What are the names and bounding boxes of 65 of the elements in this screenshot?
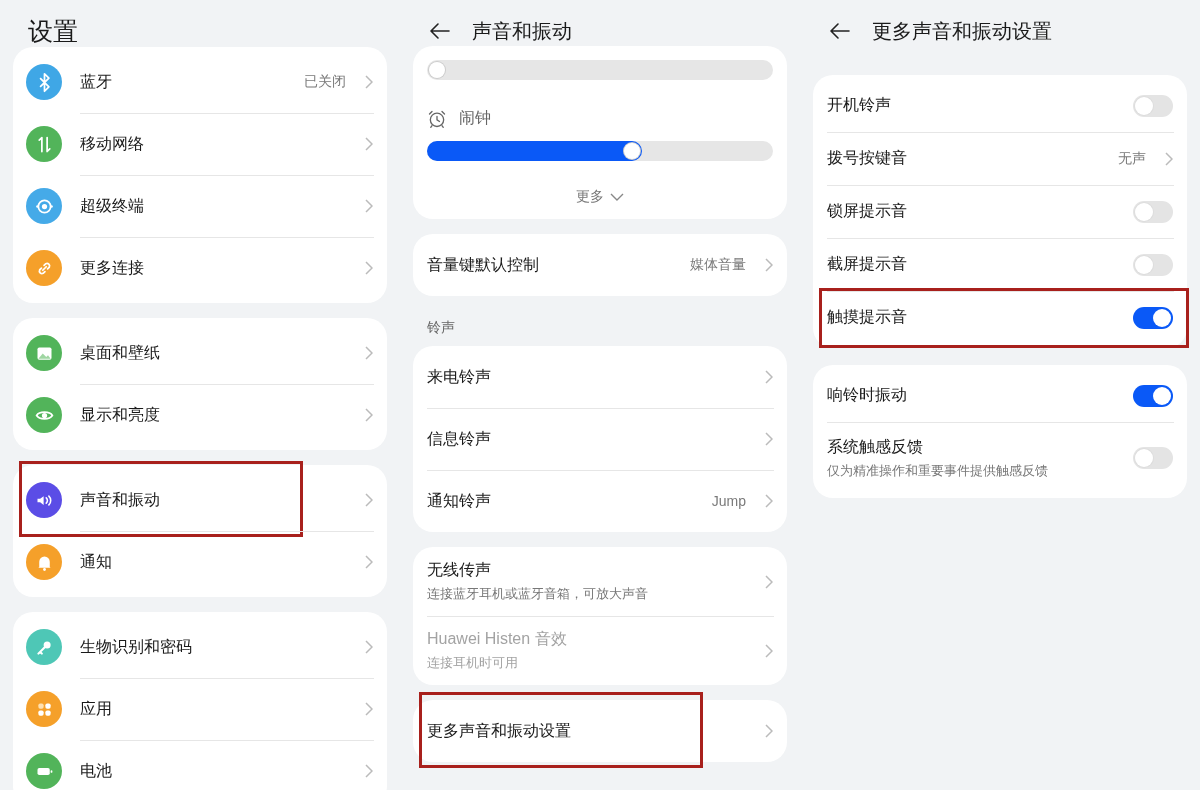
row-description: 仅为精准操作和重要事件提供触感反馈: [827, 461, 1049, 480]
chevron-icon: [364, 493, 373, 507]
row-label[interactable]: 无线传声: [427, 560, 746, 581]
row-label[interactable]: 移动网络: [80, 133, 346, 155]
chevron-icon: [764, 724, 773, 738]
alarm-clock-icon: [427, 108, 447, 129]
volume-slider[interactable]: [427, 141, 773, 161]
row-label[interactable]: 电池: [80, 760, 346, 782]
toggle-switch[interactable]: [1133, 200, 1173, 223]
toggle-switch[interactable]: [1133, 384, 1173, 407]
row-label: 响铃时振动: [827, 385, 908, 405]
row-label[interactable]: 音量键默认控制: [427, 254, 672, 276]
chevron-icon: [1164, 151, 1173, 166]
section-header: 铃声: [426, 318, 456, 337]
chevron-icon: [364, 137, 373, 151]
chevron-down-icon: [610, 192, 624, 202]
toggle-switch[interactable]: [1133, 306, 1173, 329]
row-label: 系统触感反馈: [827, 436, 924, 457]
chevron-icon: [364, 261, 373, 275]
toggle-switch[interactable]: [1133, 447, 1173, 469]
chevron-icon: [764, 258, 773, 272]
row-label[interactable]: 超级终端: [80, 195, 346, 217]
row-label[interactable]: 信息铃声: [427, 428, 746, 450]
row-label: 触摸提示音: [827, 307, 908, 327]
row-description: 连接耳机时可用: [427, 654, 519, 672]
toggle-switch[interactable]: [1133, 253, 1173, 276]
row-label[interactable]: 拨号按键音: [827, 148, 1100, 169]
row-label[interactable]: 通知: [80, 551, 346, 573]
row-value: 媒体音量: [690, 256, 746, 274]
row-label[interactable]: 生物识别和密码: [80, 636, 346, 658]
row-label[interactable]: 声音和振动: [80, 489, 346, 511]
row-label[interactable]: 应用: [80, 698, 346, 720]
chevron-icon: [364, 346, 373, 360]
chevron-icon: [764, 432, 773, 446]
row-value: 无声: [1118, 149, 1146, 168]
row-label[interactable]: 更多声音和振动设置: [427, 720, 746, 742]
row-label[interactable]: 桌面和壁纸: [80, 342, 346, 364]
row-description: 连接蓝牙耳机或蓝牙音箱，可放大声音: [427, 585, 649, 603]
row-label[interactable]: 更多连接: [80, 257, 346, 279]
chevron-icon: [364, 702, 373, 716]
chevron-icon: [364, 75, 373, 89]
chevron-icon: [764, 370, 773, 384]
row-label[interactable]: 通知铃声: [427, 490, 694, 512]
row-label: 开机铃声: [827, 95, 892, 115]
chevron-icon: [364, 555, 373, 569]
row-label: 锁屏提示音: [827, 201, 908, 221]
chevron-icon: [364, 764, 373, 778]
row-value: Jump: [711, 493, 746, 509]
row-label: 截屏提示音: [827, 254, 908, 274]
row-label[interactable]: 来电铃声: [427, 366, 746, 388]
row-label[interactable]: 蓝牙: [80, 71, 286, 93]
toggle-switch[interactable]: [1133, 94, 1173, 117]
slider-label: 闹钟: [459, 108, 491, 128]
page-title: 设置: [28, 15, 78, 47]
chevron-icon: [764, 494, 773, 508]
chevron-icon: [364, 408, 373, 422]
more-button[interactable]: 更多: [576, 188, 624, 206]
chevron-icon: [364, 640, 373, 654]
chevron-icon: [364, 199, 373, 213]
chevron-icon: [764, 574, 773, 589]
row-label[interactable]: 显示和亮度: [80, 404, 346, 426]
page-title: 更多声音和振动设置: [872, 18, 1052, 44]
page-title: 声音和振动: [472, 18, 572, 44]
chevron-icon: [764, 643, 773, 658]
row-value: 已关闭: [304, 73, 346, 91]
